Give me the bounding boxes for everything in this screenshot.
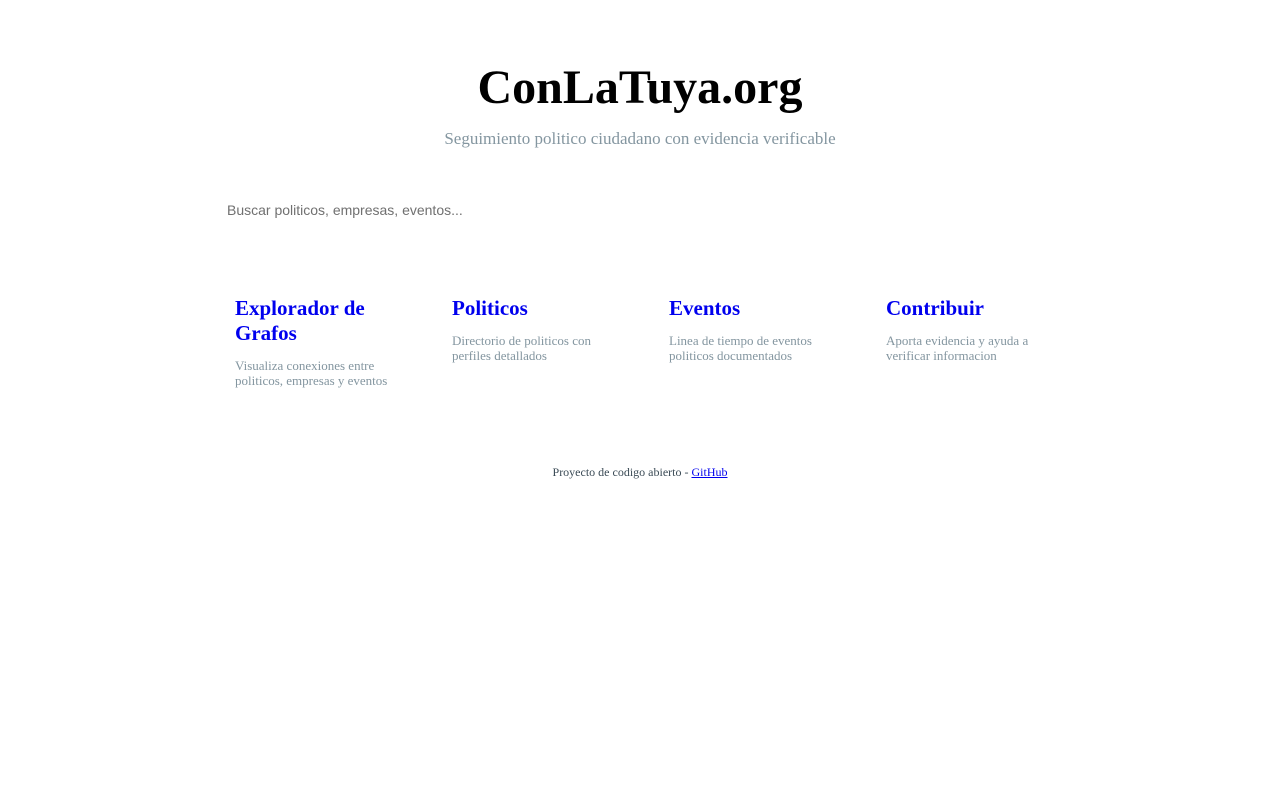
site-title: ConLaTuya.org [477, 61, 803, 114]
card-contribute-description: Aporta evidencia y ayuda a verificar inf… [886, 333, 1029, 363]
card-graph-explorer-link[interactable]: Explorador de Grafos [235, 296, 395, 346]
site-footer: Proyecto de codigo abierto - GitHub [0, 465, 1280, 480]
card-events: Eventos Linea de tiempo de eventos polit… [669, 296, 886, 388]
card-contribute-link[interactable]: Contribuir [886, 296, 1046, 321]
card-events-description: Linea de tiempo de eventos politicos doc… [669, 333, 812, 363]
site-subtitle: Seguimiento politico ciudadano con evide… [444, 129, 836, 148]
card-contribute: Contribuir Aporta evidencia y ayuda a ve… [886, 296, 1103, 388]
card-graph-explorer: Explorador de Grafos Visualiza conexione… [235, 296, 452, 388]
search-input[interactable] [226, 196, 1054, 224]
github-link[interactable]: GitHub [691, 465, 727, 479]
card-politicians-link[interactable]: Politicos [452, 296, 612, 321]
feature-cards: Explorador de Grafos Visualiza conexione… [235, 296, 1055, 388]
footer-text: Proyecto de codigo abierto - [552, 465, 692, 479]
card-graph-explorer-description: Visualiza conexiones entre politicos, em… [235, 358, 388, 388]
card-events-link[interactable]: Eventos [669, 296, 829, 321]
search-bar [226, 196, 1054, 224]
site-header: ConLaTuya.org Seguimiento politico ciuda… [0, 0, 1280, 150]
card-politicians: Politicos Directorio de politicos con pe… [452, 296, 669, 388]
card-politicians-description: Directorio de politicos con perfiles det… [452, 333, 591, 363]
